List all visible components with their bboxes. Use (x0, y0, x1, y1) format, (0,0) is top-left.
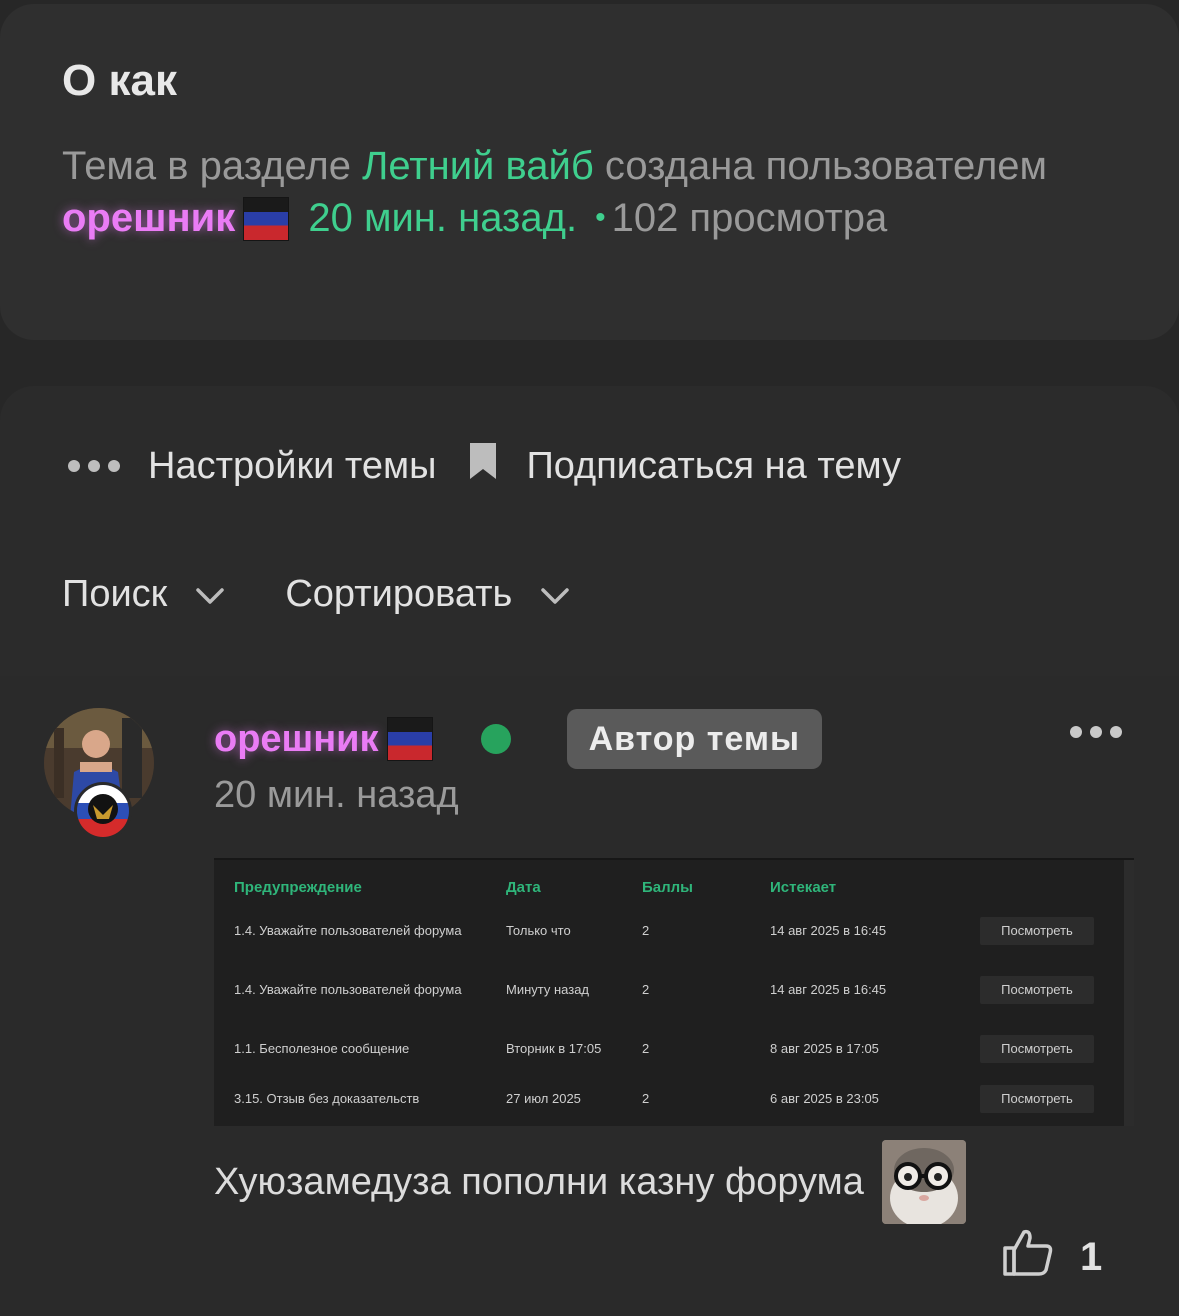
warnings-header: Баллы (642, 878, 693, 896)
subscribe-button[interactable]: Подписаться на тему (526, 445, 901, 488)
warning-date: Только что (506, 923, 571, 938)
table-row: 1.1. Бесполезное сообщение Вторник в 17:… (234, 1020, 1114, 1078)
thread-time-link[interactable]: 20 мин. назад. (308, 196, 577, 240)
section-link[interactable]: Летний вайб (362, 144, 594, 188)
warning-expires: 14 авг 2025 в 16:45 (770, 923, 887, 938)
warnings-header: Предупреждение (234, 878, 362, 896)
country-badge-icon (74, 782, 132, 840)
search-dropdown[interactable]: Поиск (62, 573, 167, 616)
warning-points: 2 (642, 923, 650, 938)
thread-page: О как Тема в разделе Летний вайб создана… (0, 0, 1179, 1316)
more-dots-icon (68, 460, 120, 472)
warning-points: 2 (642, 1091, 650, 1106)
table-row: 1.4. Уважайте пользователей форума Минут… (234, 960, 1114, 1020)
dnr-flag-icon (243, 197, 290, 241)
thread-author-link[interactable]: орешник (62, 196, 235, 240)
warning-reason: 1.4. Уважайте пользователей форума (234, 982, 462, 997)
warning-points: 2 (642, 1041, 650, 1056)
chevron-down-icon[interactable] (540, 573, 570, 616)
warning-points: 2 (642, 982, 650, 997)
post-author-row: орешник Автор темы (214, 709, 823, 769)
filter-row: Поиск Сортировать (62, 566, 570, 622)
meta-bullet: • (595, 201, 606, 234)
dnr-flag-icon (386, 717, 433, 761)
chevron-down-icon[interactable] (195, 573, 225, 616)
sort-dropdown[interactable]: Сортировать (285, 573, 512, 616)
warnings-screenshot: Предупреждение Дата Баллы Истекает 1.4. … (214, 858, 1134, 1126)
online-status-icon (480, 724, 511, 754)
warnings-header: Дата (506, 878, 541, 896)
warnings-table: Предупреждение Дата Баллы Истекает 1.4. … (234, 872, 1114, 1120)
warning-reason: 3.15. Отзыв без доказательств (234, 1091, 420, 1106)
meta-created: создана пользователем (593, 144, 1048, 188)
thumbs-up-icon[interactable] (1002, 1226, 1054, 1288)
warning-date: 27 июл 2025 (506, 1091, 581, 1106)
warning-expires: 14 авг 2025 в 16:45 (770, 982, 887, 997)
screenshot-scrollbar (1124, 860, 1134, 1126)
thread-meta: Тема в разделе Летний вайб создана польз… (62, 140, 1122, 244)
thread-settings-button[interactable]: Настройки темы (148, 445, 436, 488)
view-warning-button: Посмотреть (980, 917, 1094, 945)
warning-expires: 6 авг 2025 в 23:05 (770, 1091, 879, 1106)
post-time[interactable]: 20 мин. назад (214, 774, 459, 817)
table-row: 3.15. Отзыв без доказательств 27 июл 202… (234, 1078, 1114, 1120)
post-message: Хуюзамедуза пополни казну форума (214, 1160, 864, 1203)
thread-toolbar: Настройки темы Подписаться на тему (62, 440, 901, 492)
meta-prefix: Тема в разделе (62, 144, 363, 188)
table-row: 1.4. Уважайте пользователей форума Тольк… (234, 902, 1114, 960)
bookmark-icon[interactable] (468, 441, 498, 491)
view-warning-button: Посмотреть (980, 1035, 1094, 1063)
like-count: 1 (1080, 1234, 1103, 1279)
warning-reason: 1.4. Уважайте пользователей форума (234, 923, 462, 938)
thread-title: О как (62, 56, 177, 105)
post-author-link[interactable]: орешник (214, 718, 379, 761)
view-warning-button: Посмотреть (980, 976, 1094, 1004)
warnings-header (980, 872, 1114, 902)
post-body: Хуюзамедуза пополни казну форума (214, 1140, 966, 1224)
post-menu-button[interactable] (1070, 726, 1122, 738)
cat-glasses-sticker-icon (881, 1140, 966, 1224)
warning-date: Минуту назад (506, 982, 590, 997)
warning-expires: 8 авг 2025 в 17:05 (770, 1041, 879, 1056)
like-control[interactable]: 1 (1002, 1226, 1102, 1288)
view-count: 102 просмотра (611, 196, 888, 240)
warnings-header: Истекает (770, 878, 837, 896)
warning-date: Вторник в 17:05 (506, 1041, 602, 1056)
thread-author-badge: Автор темы (566, 709, 823, 769)
warning-reason: 1.1. Бесполезное сообщение (234, 1041, 410, 1056)
view-warning-button: Посмотреть (980, 1085, 1094, 1113)
